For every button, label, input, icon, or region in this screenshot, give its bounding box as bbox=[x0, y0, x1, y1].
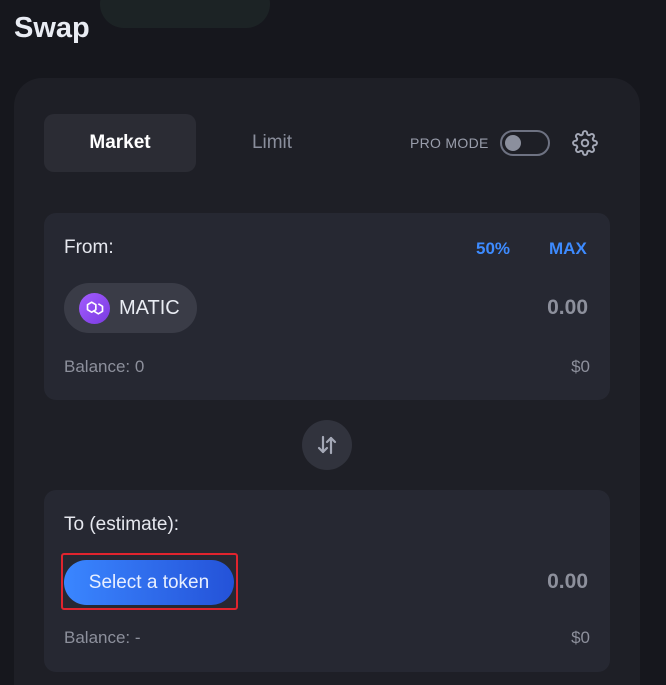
order-type-tabs: Market Limit bbox=[44, 114, 348, 172]
from-token-selector[interactable]: MATIC bbox=[64, 283, 197, 333]
tab-market[interactable]: Market bbox=[44, 114, 196, 172]
page-title: Swap bbox=[14, 12, 90, 44]
toggle-knob bbox=[504, 135, 521, 151]
fifty-percent-button[interactable]: 50% bbox=[476, 239, 510, 259]
pro-mode-control: PRO MODE bbox=[410, 130, 550, 156]
to-amount-output: 0.00 bbox=[547, 570, 588, 593]
from-label: From: bbox=[64, 237, 114, 258]
pro-mode-toggle[interactable] bbox=[499, 130, 550, 156]
background-cloud-decoration bbox=[100, 0, 270, 28]
from-amount-input[interactable]: 0.00 bbox=[547, 296, 588, 320]
from-panel: From: 50% MAX MATIC 0.00 Balance: 0 $0 bbox=[44, 213, 610, 400]
pro-mode-label: PRO MODE bbox=[410, 135, 489, 151]
polygon-logo-icon bbox=[79, 292, 110, 324]
to-usd-value: $0 bbox=[571, 628, 590, 647]
select-token-button[interactable]: Select a token bbox=[64, 560, 234, 605]
tab-limit[interactable]: Limit bbox=[196, 114, 348, 172]
settings-gear-icon[interactable] bbox=[572, 130, 598, 156]
from-token-symbol: MATIC bbox=[119, 296, 180, 319]
from-balance: Balance: 0 bbox=[64, 357, 145, 376]
swap-card: Market Limit PRO MODE From: 50% MAX MATI… bbox=[14, 78, 640, 685]
swap-arrows-icon bbox=[317, 435, 337, 455]
to-label: To (estimate): bbox=[64, 514, 180, 535]
max-button[interactable]: MAX bbox=[549, 239, 587, 259]
to-panel: To (estimate): Select a token 0.00 Balan… bbox=[44, 490, 610, 672]
to-balance: Balance: - bbox=[64, 628, 141, 647]
from-usd-value: $0 bbox=[571, 357, 590, 376]
swap-direction-button[interactable] bbox=[302, 420, 352, 470]
